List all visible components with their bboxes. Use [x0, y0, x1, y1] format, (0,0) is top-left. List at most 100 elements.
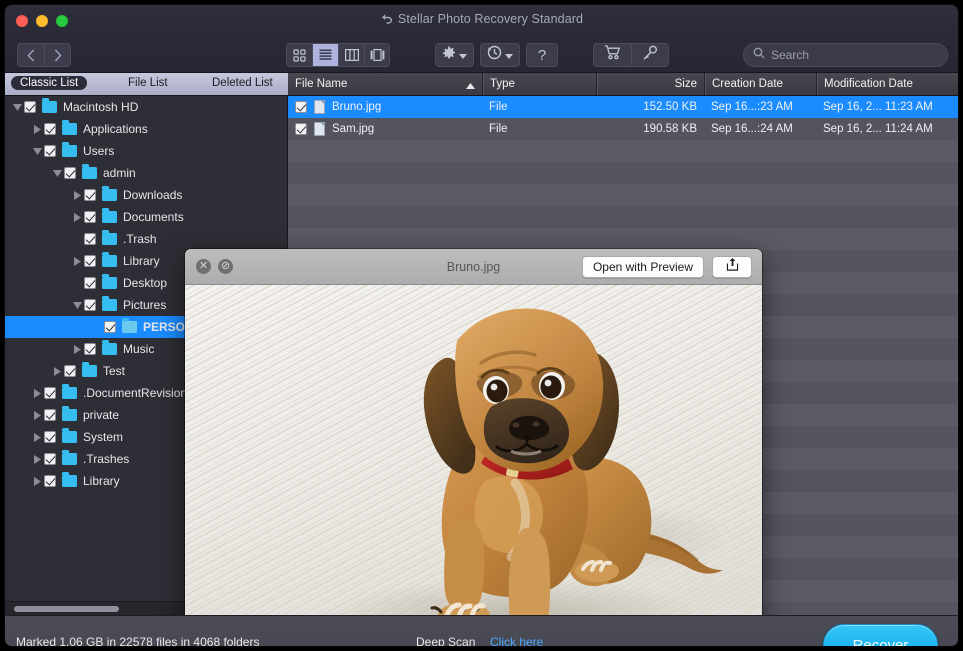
- icon-view-button[interactable]: [286, 43, 312, 67]
- tree-item-checkbox[interactable]: [44, 387, 56, 399]
- tab-classic-list[interactable]: Classic List: [11, 76, 87, 90]
- disclosure-triangle-right-icon[interactable]: [31, 455, 44, 464]
- tree-item-macintosh-hd[interactable]: Macintosh HD: [5, 96, 287, 118]
- folder-icon: [102, 343, 117, 355]
- column-view-button[interactable]: [338, 43, 364, 67]
- folder-icon: [102, 255, 117, 267]
- tree-item-checkbox[interactable]: [64, 365, 76, 377]
- recover-button[interactable]: Recover: [823, 624, 938, 646]
- tree-item-trash[interactable]: .Trash: [5, 228, 287, 250]
- share-icon: [726, 257, 739, 277]
- disclosure-triangle-right-icon[interactable]: [71, 257, 84, 266]
- jpg-document-icon: [314, 122, 325, 136]
- preview-image: [185, 285, 762, 646]
- tree-item-checkbox[interactable]: [84, 189, 96, 201]
- purchase-group: [593, 43, 669, 67]
- status-bar: Marked 1.06 GB in 22578 files in 4068 fo…: [5, 615, 958, 646]
- chevron-down-icon: [459, 46, 467, 64]
- file-size-cell: 190.58 KB: [596, 123, 704, 135]
- folder-icon: [102, 299, 117, 311]
- search-field[interactable]: Search: [743, 43, 948, 67]
- tree-item-checkbox[interactable]: [44, 431, 56, 443]
- window-title-text: Stellar Photo Recovery Standard: [398, 12, 583, 26]
- column-header-creation-date[interactable]: Creation Date: [704, 73, 816, 95]
- disclosure-triangle-down-icon[interactable]: [31, 148, 44, 155]
- tree-item-checkbox[interactable]: [84, 343, 96, 355]
- chevron-down-icon: [505, 46, 513, 64]
- tree-item-checkbox[interactable]: [84, 277, 96, 289]
- file-creation-date-cell: Sep 16...:23 AM: [704, 101, 816, 113]
- folder-icon: [62, 431, 77, 443]
- jpg-document-icon: [314, 100, 325, 114]
- forward-button[interactable]: [44, 43, 71, 67]
- file-row-checkbox[interactable]: [295, 123, 307, 135]
- activate-button[interactable]: [631, 43, 669, 67]
- settings-button[interactable]: [435, 43, 474, 67]
- title-bar: Stellar Photo Recovery Standard: [5, 5, 958, 38]
- folder-icon: [62, 475, 77, 487]
- column-header-type[interactable]: Type: [482, 73, 596, 95]
- tab-file-list[interactable]: File List: [119, 76, 177, 90]
- disclosure-triangle-right-icon[interactable]: [31, 477, 44, 486]
- preview-window[interactable]: ✕ ⊘ Bruno.jpg Open with Preview: [185, 249, 762, 646]
- tab-deleted-list[interactable]: Deleted List: [203, 76, 282, 90]
- tree-item-checkbox[interactable]: [44, 123, 56, 135]
- deep-scan-link[interactable]: Click here: [490, 635, 543, 646]
- table-row[interactable]: Sam.jpgFile190.58 KBSep 16...:24 AMSep 1…: [288, 118, 958, 140]
- tree-item-checkbox[interactable]: [44, 475, 56, 487]
- tree-item-checkbox[interactable]: [84, 211, 96, 223]
- folder-icon: [42, 101, 57, 113]
- disclosure-triangle-down-icon[interactable]: [51, 170, 64, 177]
- tree-item-users[interactable]: Users: [5, 140, 287, 162]
- column-header-type-label: Type: [490, 78, 515, 90]
- question-mark-icon: ?: [538, 48, 546, 63]
- tree-scrollbar-thumb[interactable]: [14, 606, 119, 612]
- tree-item-checkbox[interactable]: [24, 101, 36, 113]
- tree-item-checkbox[interactable]: [84, 233, 96, 245]
- column-header-modification-date[interactable]: Modification Date: [816, 73, 958, 95]
- file-name-cell[interactable]: Bruno.jpg: [288, 100, 482, 114]
- list-view-button[interactable]: [312, 43, 338, 67]
- tree-item-checkbox[interactable]: [44, 409, 56, 421]
- tree-item-label: Documents: [123, 210, 184, 224]
- coverflow-view-button[interactable]: [364, 43, 390, 67]
- tree-item-admin[interactable]: admin: [5, 162, 287, 184]
- tree-item-checkbox[interactable]: [64, 167, 76, 179]
- tree-item-checkbox[interactable]: [84, 255, 96, 267]
- disclosure-triangle-right-icon[interactable]: [31, 125, 44, 134]
- disclosure-triangle-right-icon[interactable]: [71, 345, 84, 354]
- file-name-cell[interactable]: Sam.jpg: [288, 122, 482, 136]
- file-name-label: Sam.jpg: [332, 123, 374, 135]
- open-with-preview-button[interactable]: Open with Preview: [582, 256, 704, 278]
- file-type-cell-label: File: [489, 101, 508, 113]
- share-button[interactable]: [712, 256, 752, 278]
- column-header-size[interactable]: Size: [596, 73, 704, 95]
- disclosure-triangle-right-icon[interactable]: [51, 367, 64, 376]
- file-row-checkbox[interactable]: [295, 101, 307, 113]
- clock-rewind-icon: [487, 45, 502, 65]
- disclosure-triangle-right-icon[interactable]: [31, 389, 44, 398]
- table-row[interactable]: Bruno.jpgFile152.50 KBSep 16...:23 AMSep…: [288, 96, 958, 118]
- disclosure-triangle-down-icon[interactable]: [11, 104, 24, 111]
- search-input[interactable]: Search: [771, 48, 809, 62]
- column-header-modification-date-label: Modification Date: [824, 78, 913, 90]
- disclosure-triangle-down-icon[interactable]: [71, 302, 84, 309]
- disclosure-triangle-right-icon[interactable]: [31, 411, 44, 420]
- help-button[interactable]: ?: [526, 43, 558, 67]
- tree-item-checkbox[interactable]: [44, 453, 56, 465]
- history-button[interactable]: [480, 43, 520, 67]
- tree-item-downloads[interactable]: Downloads: [5, 184, 287, 206]
- disclosure-triangle-right-icon[interactable]: [71, 191, 84, 200]
- tree-item-applications[interactable]: Applications: [5, 118, 287, 140]
- buy-button[interactable]: [593, 43, 631, 67]
- disclosure-triangle-right-icon[interactable]: [31, 433, 44, 442]
- back-button[interactable]: [17, 43, 44, 67]
- tree-item-checkbox[interactable]: [104, 321, 116, 333]
- tree-item-documents[interactable]: Documents: [5, 206, 287, 228]
- tree-item-label: private: [83, 408, 119, 422]
- tree-item-checkbox[interactable]: [44, 145, 56, 157]
- disclosure-triangle-right-icon[interactable]: [71, 213, 84, 222]
- column-header-file-name[interactable]: File Name: [288, 73, 482, 95]
- tree-item-checkbox[interactable]: [84, 299, 96, 311]
- tree-item-label: Desktop: [123, 276, 167, 290]
